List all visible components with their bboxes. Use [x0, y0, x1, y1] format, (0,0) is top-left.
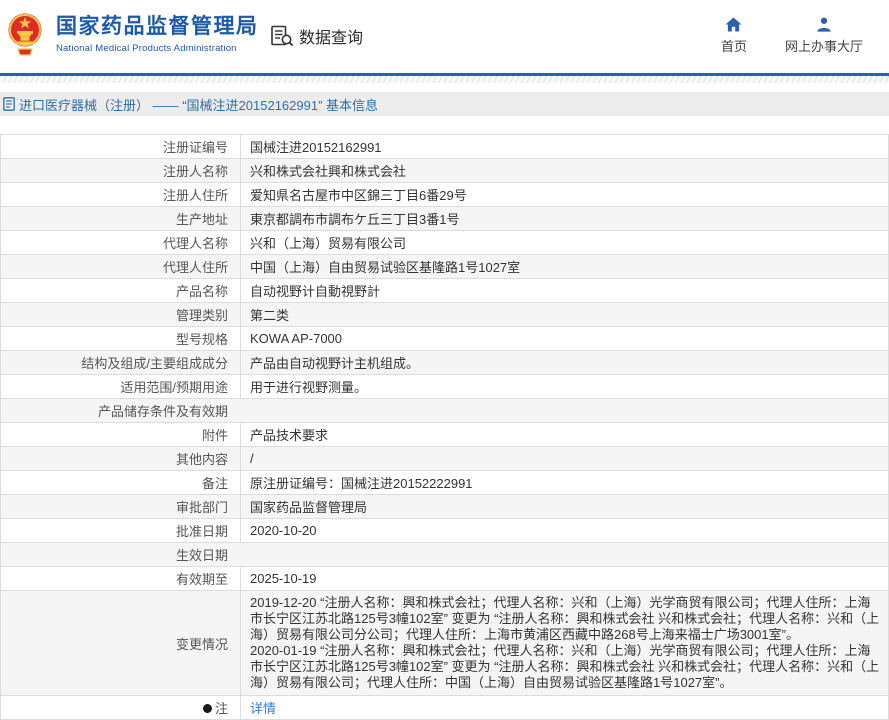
row-label: 备注 [1, 471, 241, 494]
table-row-agent-name: 代理人名称 兴和（上海）贸易有限公司 [1, 231, 888, 255]
change-paragraph: 2020-01-19 “注册人名称：興和株式会社；代理人名称：兴和（上海）光学商… [250, 643, 880, 691]
table-row-registrant-address: 注册人住所 爱知県名古屋市中区錦三丁目6番29号 [1, 183, 888, 207]
row-label: 有效期至 [1, 567, 241, 590]
table-row-intended-use: 适用范围/预期用途 用于进行视野测量。 [1, 375, 888, 399]
national-emblem-icon [8, 11, 42, 57]
row-value: 2020-10-20 [241, 519, 888, 542]
table-row-composition: 结构及组成/主要组成成分 产品由自动视野计主机组成。 [1, 351, 888, 375]
row-label: 其他内容 [1, 447, 241, 470]
table-row-approval-date: 批准日期 2020-10-20 [1, 519, 888, 543]
table-row-storage-conditions: 产品储存条件及有效期 [1, 399, 888, 423]
table-row-agent-address: 代理人住所 中国（上海）自由贸易试验区基隆路1号1027室 [1, 255, 888, 279]
document-icon [3, 97, 15, 111]
table-row-model-spec: 型号规格 KOWA AP-7000 [1, 327, 888, 351]
document-magnifier-icon [271, 25, 294, 47]
details-link[interactable]: 详情 [250, 698, 276, 717]
header: 国家药品监督管理局 National Medical Products Admi… [0, 0, 889, 73]
row-label: 生效日期 [1, 543, 241, 566]
nav-service-hall[interactable]: 网上办事大厅 [785, 17, 863, 55]
row-value: 兴和（上海）贸易有限公司 [241, 231, 888, 254]
site-title: 国家药品监督管理局 [56, 14, 259, 40]
row-value: 2019-12-20 “注册人名称：興和株式会社；代理人名称：兴和（上海）光学商… [241, 591, 888, 695]
row-value: 产品技术要求 [241, 423, 888, 446]
site-logo[interactable]: 国家药品监督管理局 National Medical Products Admi… [8, 11, 259, 57]
table-row-registrant-name: 注册人名称 兴和株式会社興和株式会社 [1, 159, 888, 183]
row-label: 审批部门 [1, 495, 241, 518]
row-label: 结构及组成/主要组成成分 [1, 351, 241, 374]
row-label: 代理人名称 [1, 231, 241, 254]
row-label: 附件 [1, 423, 241, 446]
change-paragraph: 2019-12-20 “注册人名称：興和株式会社；代理人名称：兴和（上海）光学商… [250, 595, 880, 643]
note-label: 注 [215, 698, 228, 717]
row-label: 注册人名称 [1, 159, 241, 182]
table-row-remarks: 备注 原注册证编号：国械注进20152222991 [1, 471, 888, 495]
row-label: 注册证编号 [1, 135, 241, 158]
row-label: 产品名称 [1, 279, 241, 302]
registration-info-table: 注册证编号 国械注进20152162991 注册人名称 兴和株式会社興和株式会社… [0, 134, 889, 720]
row-label: 变更情况 [1, 591, 241, 695]
nav-home-label: 首页 [721, 36, 747, 55]
breadcrumb-text: 进口医疗器械（注册） —— “国械注进20152162991” 基本信息 [19, 95, 378, 114]
row-value: 2025-10-19 [241, 567, 888, 590]
breadcrumb: 进口医疗器械（注册） —— “国械注进20152162991” 基本信息 [0, 92, 889, 116]
top-nav: 首页 网上办事大厅 [721, 17, 863, 55]
table-row-change-history: 变更情况 2019-12-20 “注册人名称：興和株式会社；代理人名称：兴和（上… [1, 591, 888, 696]
row-label: 代理人住所 [1, 255, 241, 278]
row-value: 爱知県名古屋市中区錦三丁目6番29号 [241, 183, 888, 206]
table-row-cert-number: 注册证编号 国械注进20152162991 [1, 135, 888, 159]
row-value: 用于进行视野测量。 [241, 375, 888, 398]
row-value: 国家药品监督管理局 [241, 495, 888, 518]
row-label: 产品储存条件及有效期 [1, 399, 241, 422]
row-value: KOWA AP-7000 [241, 327, 888, 350]
nav-home[interactable]: 首页 [721, 17, 747, 55]
table-row-product-name: 产品名称 自动视野计自動視野計 [1, 279, 888, 303]
row-label: 批准日期 [1, 519, 241, 542]
row-value: 产品由自动视野计主机组成。 [241, 351, 888, 374]
row-value: 東京都調布市調布ケ丘三丁目3番1号 [241, 207, 888, 230]
hatched-strip [0, 76, 889, 83]
row-value: 自动视野计自動視野計 [241, 279, 888, 302]
row-value [241, 543, 888, 566]
table-row-other-content: 其他内容 / [1, 447, 888, 471]
row-value: 兴和株式会社興和株式会社 [241, 159, 888, 182]
row-value: 原注册证编号：国械注进20152222991 [241, 471, 888, 494]
row-value: 中国（上海）自由贸易试验区基隆路1号1027室 [241, 255, 888, 278]
home-icon [725, 17, 742, 32]
person-icon [816, 17, 832, 32]
row-value: 第二类 [241, 303, 888, 326]
table-row-production-address: 生产地址 東京都調布市調布ケ丘三丁目3番1号 [1, 207, 888, 231]
row-value: / [241, 447, 888, 470]
table-row-note: 注 详情 [1, 696, 888, 720]
table-row-effective-date: 生效日期 [1, 543, 888, 567]
table-row-management-class: 管理类别 第二类 [1, 303, 888, 327]
row-label: 生产地址 [1, 207, 241, 230]
black-pin-icon [203, 704, 212, 713]
nav-service-hall-label: 网上办事大厅 [785, 36, 863, 55]
row-value [241, 399, 888, 422]
table-row-approval-department: 审批部门 国家药品监督管理局 [1, 495, 888, 519]
row-label: 型号规格 [1, 327, 241, 350]
data-query-nav[interactable]: 数据查询 [271, 24, 363, 48]
row-value: 国械注进20152162991 [241, 135, 888, 158]
table-row-valid-until: 有效期至 2025-10-19 [1, 567, 888, 591]
site-subtitle: National Medical Products Administration [56, 43, 259, 54]
data-query-label: 数据查询 [299, 24, 363, 48]
site-title-block: 国家药品监督管理局 National Medical Products Admi… [56, 14, 259, 54]
row-label: 适用范围/预期用途 [1, 375, 241, 398]
row-label: 注册人住所 [1, 183, 241, 206]
row-label: 管理类别 [1, 303, 241, 326]
table-row-attachment: 附件 产品技术要求 [1, 423, 888, 447]
